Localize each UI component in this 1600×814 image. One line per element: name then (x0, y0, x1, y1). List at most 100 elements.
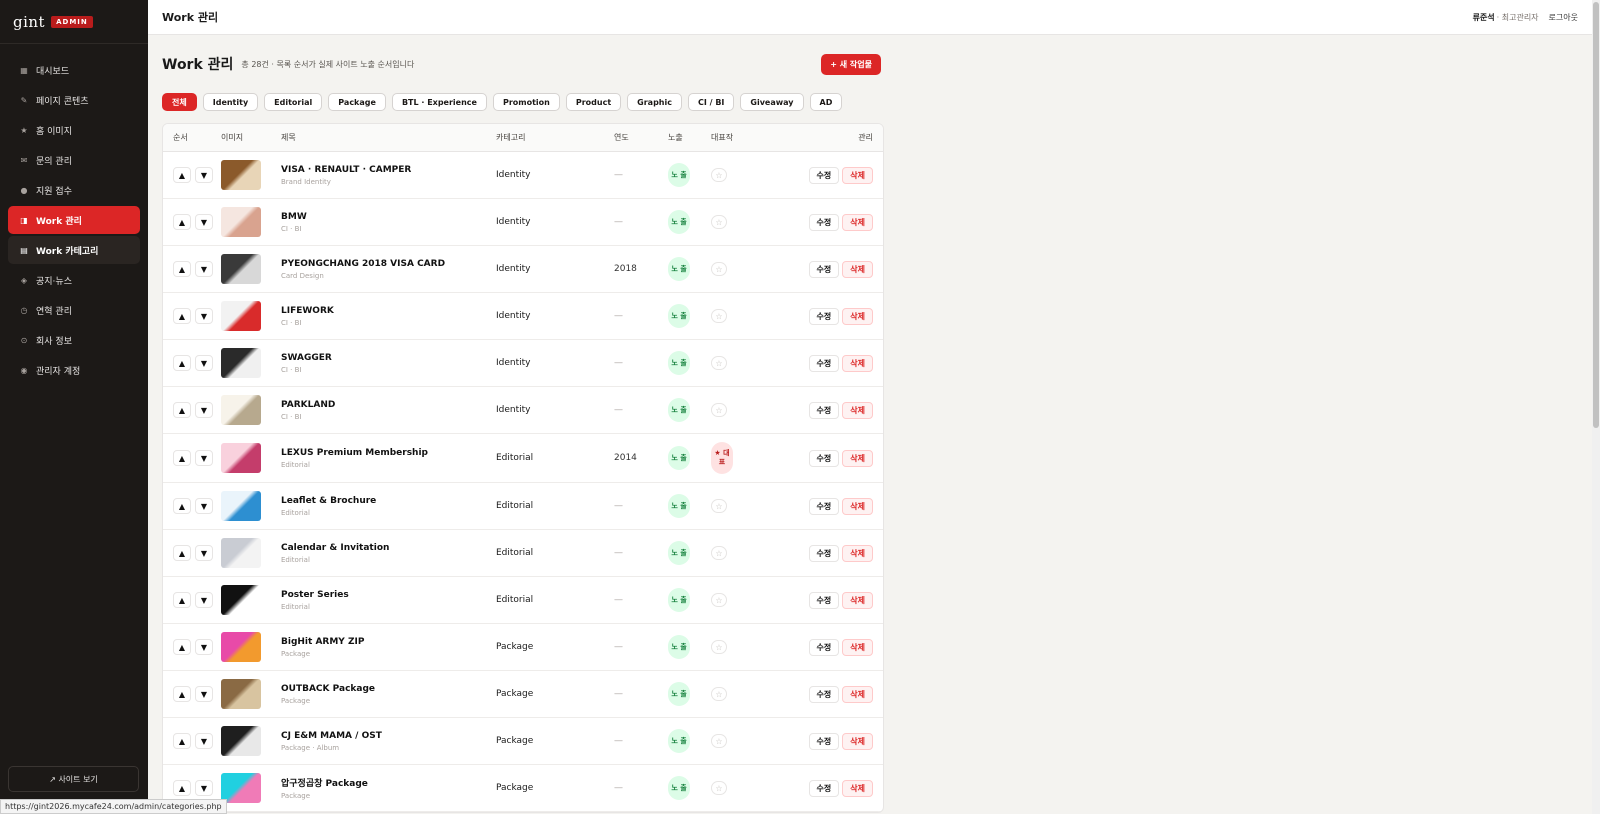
edit-button[interactable]: 수정 (808, 497, 840, 515)
exposure-toggle[interactable]: 노 출 (668, 304, 690, 328)
move-up-button[interactable]: ▲ (173, 545, 191, 561)
move-down-button[interactable]: ▼ (195, 355, 213, 371)
edit-button[interactable]: 수정 (808, 779, 840, 797)
featured-star-icon[interactable]: ☆ (711, 309, 727, 323)
work-title[interactable]: Calendar & Invitation (281, 543, 496, 553)
page-scrollbar[interactable] (1592, 0, 1600, 814)
edit-button[interactable]: 수정 (808, 401, 840, 419)
edit-button[interactable]: 수정 (808, 260, 840, 278)
work-title[interactable]: BMW (281, 212, 496, 222)
delete-button[interactable]: 삭제 (842, 449, 873, 467)
featured-star-icon[interactable]: ☆ (711, 781, 727, 795)
move-up-button[interactable]: ▲ (173, 592, 191, 608)
move-up-button[interactable]: ▲ (173, 355, 191, 371)
exposure-toggle[interactable]: 노 출 (668, 351, 690, 375)
delete-button[interactable]: 삭제 (842, 732, 873, 750)
edit-button[interactable]: 수정 (808, 307, 840, 325)
exposure-toggle[interactable]: 노 출 (668, 398, 690, 422)
delete-button[interactable]: 삭제 (842, 307, 873, 325)
work-title[interactable]: VISA · RENAULT · CAMPER (281, 165, 496, 175)
edit-button[interactable]: 수정 (808, 685, 840, 703)
sidebar-item[interactable]: ✎ 페이지 콘텐츠 (8, 86, 140, 114)
work-title[interactable]: LIFEWORK (281, 306, 496, 316)
featured-star-icon[interactable]: ☆ (711, 403, 727, 417)
delete-button[interactable]: 삭제 (842, 544, 873, 562)
move-up-button[interactable]: ▲ (173, 450, 191, 466)
delete-button[interactable]: 삭제 (842, 213, 873, 231)
scrollbar-thumb[interactable] (1593, 2, 1599, 428)
new-work-button[interactable]: + 새 작업물 (821, 53, 881, 75)
move-down-button[interactable]: ▼ (195, 733, 213, 749)
exposure-toggle[interactable]: 노 출 (668, 210, 690, 234)
sidebar-item[interactable]: ✉ 문의 관리 (8, 146, 140, 174)
move-up-button[interactable]: ▲ (173, 261, 191, 277)
delete-button[interactable]: 삭제 (842, 685, 873, 703)
delete-button[interactable]: 삭제 (842, 779, 873, 797)
move-down-button[interactable]: ▼ (195, 308, 213, 324)
move-down-button[interactable]: ▼ (195, 639, 213, 655)
move-up-button[interactable]: ▲ (173, 639, 191, 655)
edit-button[interactable]: 수정 (808, 638, 840, 656)
featured-toggle[interactable]: ★ 대 표 (711, 442, 733, 474)
work-title[interactable]: 압구정곱창 Package (281, 776, 496, 789)
edit-button[interactable]: 수정 (808, 544, 840, 562)
sidebar-item[interactable]: ◈ 공지·뉴스 (8, 266, 140, 294)
delete-button[interactable]: 삭제 (842, 354, 873, 372)
move-down-button[interactable]: ▼ (195, 780, 213, 796)
sidebar-item[interactable]: ⊙ 회사 정보 (8, 326, 140, 354)
exposure-toggle[interactable]: 노 출 (668, 729, 690, 753)
featured-star-icon[interactable]: ☆ (711, 356, 727, 370)
filter-chip[interactable]: Promotion (492, 93, 560, 111)
featured-star-icon[interactable]: ☆ (711, 734, 727, 748)
move-down-button[interactable]: ▼ (195, 686, 213, 702)
delete-button[interactable]: 삭제 (842, 401, 873, 419)
filter-chip[interactable]: Package (328, 93, 386, 111)
work-title[interactable]: CJ E&M MAMA / OST (281, 731, 496, 741)
delete-button[interactable]: 삭제 (842, 638, 873, 656)
exposure-toggle[interactable]: 노 출 (668, 541, 690, 565)
logout-link[interactable]: 로그아웃 (1549, 12, 1578, 23)
move-down-button[interactable]: ▼ (195, 545, 213, 561)
featured-star-icon[interactable]: ☆ (711, 593, 727, 607)
move-up-button[interactable]: ▲ (173, 167, 191, 183)
sidebar-item[interactable]: ▦ 대시보드 (8, 56, 140, 84)
exposure-toggle[interactable]: 노 출 (668, 257, 690, 281)
exposure-toggle[interactable]: 노 출 (668, 446, 690, 470)
filter-chip[interactable]: BTL · Experience (391, 93, 487, 111)
edit-button[interactable]: 수정 (808, 354, 840, 372)
work-title[interactable]: LEXUS Premium Membership (281, 448, 496, 458)
sidebar-item[interactable]: ● 지원 접수 (8, 176, 140, 204)
work-title[interactable]: BigHit ARMY ZIP (281, 637, 496, 647)
featured-star-icon[interactable]: ☆ (711, 546, 727, 560)
move-up-button[interactable]: ▲ (173, 402, 191, 418)
exposure-toggle[interactable]: 노 출 (668, 682, 690, 706)
filter-chip[interactable]: CI / BI (687, 93, 735, 111)
exposure-toggle[interactable]: 노 출 (668, 635, 690, 659)
move-down-button[interactable]: ▼ (195, 167, 213, 183)
delete-button[interactable]: 삭제 (842, 166, 873, 184)
sidebar-item[interactable]: ▤ Work 카테고리 (8, 236, 140, 264)
featured-star-icon[interactable]: ☆ (711, 640, 727, 654)
edit-button[interactable]: 수정 (808, 213, 840, 231)
sidebar-item[interactable]: ★ 홈 이미지 (8, 116, 140, 144)
work-title[interactable]: OUTBACK Package (281, 684, 496, 694)
work-title[interactable]: PYEONGCHANG 2018 VISA CARD (281, 259, 496, 269)
move-up-button[interactable]: ▲ (173, 733, 191, 749)
edit-button[interactable]: 수정 (808, 591, 840, 609)
work-title[interactable]: PARKLAND (281, 400, 496, 410)
move-down-button[interactable]: ▼ (195, 261, 213, 277)
logo[interactable]: gint ADMIN (0, 0, 148, 44)
work-title[interactable]: Poster Series (281, 590, 496, 600)
work-title[interactable]: Leaflet & Brochure (281, 496, 496, 506)
edit-button[interactable]: 수정 (808, 732, 840, 750)
delete-button[interactable]: 삭제 (842, 497, 873, 515)
filter-chip[interactable]: Identity (202, 93, 259, 111)
filter-chip[interactable]: Graphic (627, 93, 682, 111)
filter-chip[interactable]: AD (809, 93, 843, 111)
work-title[interactable]: SWAGGER (281, 353, 496, 363)
featured-star-icon[interactable]: ☆ (711, 499, 727, 513)
sidebar-item[interactable]: ◨ Work 관리 (8, 206, 140, 234)
move-down-button[interactable]: ▼ (195, 214, 213, 230)
delete-button[interactable]: 삭제 (842, 260, 873, 278)
exposure-toggle[interactable]: 노 출 (668, 494, 690, 518)
